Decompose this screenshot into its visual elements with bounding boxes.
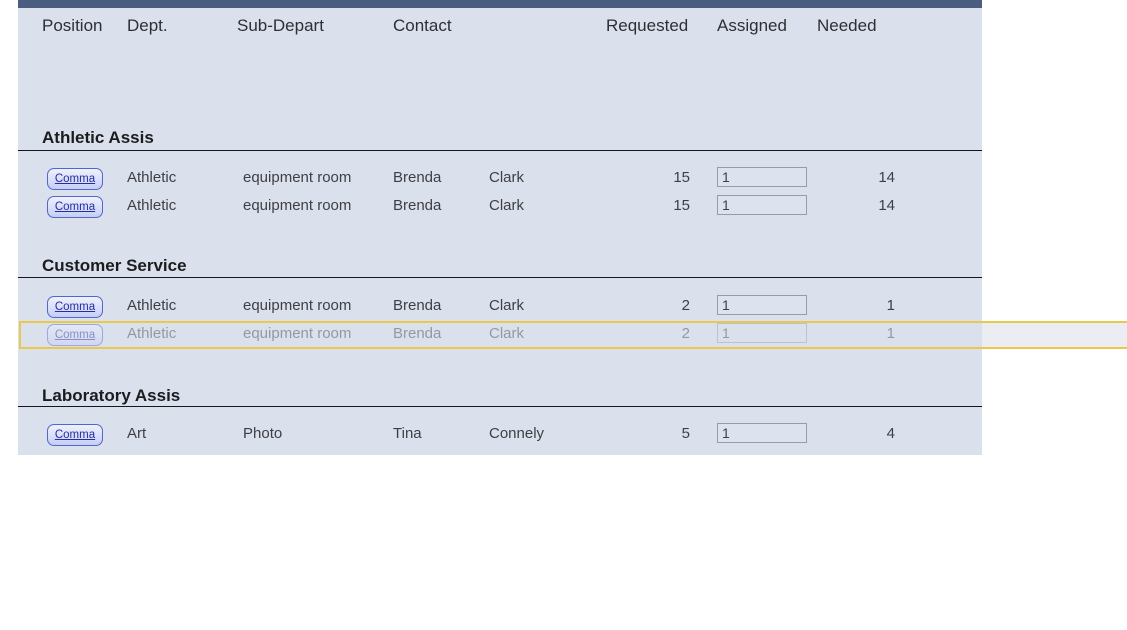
drag-highlight-right-fill xyxy=(982,321,1127,349)
requested-cell: 5 xyxy=(681,425,690,442)
group-header-customer-service: Customer Service xyxy=(42,256,187,275)
contact-last-name-cell: Clark xyxy=(489,169,525,186)
assigned-input[interactable] xyxy=(717,295,807,315)
report-canvas: Position Dept. Sub-Depart Contact Reques… xyxy=(18,0,982,455)
group-divider-line xyxy=(18,277,982,278)
group-header-laboratory-assis: Laboratory Assis xyxy=(42,386,181,405)
dept-cell: Art xyxy=(127,425,147,442)
column-header-dept: Dept. xyxy=(127,16,168,35)
group-header-athletic-assis: Athletic Assis xyxy=(42,128,154,147)
command-button[interactable]: Comma xyxy=(47,424,103,446)
contact-last-name-cell: Connely xyxy=(489,425,545,442)
contact-first-name-cell: Brenda xyxy=(393,325,442,342)
command-button[interactable]: Comma xyxy=(47,196,103,218)
contact-first-name-cell: Tina xyxy=(393,425,422,442)
command-button[interactable]: Comma xyxy=(47,324,103,346)
column-header-needed: Needed xyxy=(817,16,877,35)
dept-cell: Athletic xyxy=(127,297,177,314)
needed-cell: 1 xyxy=(886,325,895,342)
table-row: Comma Athletic equipment room Brenda Cla… xyxy=(18,164,982,192)
sub-depart-cell: Photo xyxy=(243,425,283,442)
assigned-input[interactable] xyxy=(717,423,807,443)
assigned-input[interactable] xyxy=(717,167,807,187)
column-header-sub-depart: Sub-Depart xyxy=(237,16,324,35)
command-button[interactable]: Comma xyxy=(47,296,103,318)
dept-cell: Athletic xyxy=(127,325,177,342)
sub-depart-cell: equipment room xyxy=(243,297,352,314)
group-divider-line xyxy=(18,406,982,407)
sub-depart-cell: equipment room xyxy=(243,325,352,342)
assigned-input[interactable] xyxy=(717,195,807,215)
sub-depart-cell: equipment room xyxy=(243,169,352,186)
table-row: Comma Athletic equipment room Brenda Cla… xyxy=(18,292,982,320)
requested-cell: 15 xyxy=(673,169,690,186)
assigned-input[interactable] xyxy=(717,323,807,343)
contact-last-name-cell: Clark xyxy=(489,197,525,214)
contact-first-name-cell: Brenda xyxy=(393,297,442,314)
table-row: Comma Athletic equipment room Brenda Cla… xyxy=(18,192,982,220)
dept-cell: Athletic xyxy=(127,197,177,214)
command-button[interactable]: Comma xyxy=(47,168,103,190)
requested-cell: 2 xyxy=(681,297,690,314)
column-header-requested: Requested xyxy=(606,16,689,35)
group-divider-line xyxy=(18,150,982,151)
column-header-contact: Contact xyxy=(393,16,452,35)
table-row: Comma Art Photo Tina Connely 5 4 xyxy=(18,420,982,448)
contact-first-name-cell: Brenda xyxy=(393,169,442,186)
column-header-position: Position xyxy=(42,16,103,35)
contact-first-name-cell: Brenda xyxy=(393,197,442,214)
requested-cell: 15 xyxy=(673,197,690,214)
needed-cell: 4 xyxy=(886,425,895,442)
needed-cell: 14 xyxy=(878,197,895,214)
contact-last-name-cell: Clark xyxy=(489,325,525,342)
needed-cell: 14 xyxy=(878,169,895,186)
column-header-assigned: Assigned xyxy=(717,16,787,35)
requested-cell: 2 xyxy=(681,325,690,342)
needed-cell: 1 xyxy=(886,297,895,314)
table-row-dragged: Comma Athletic equipment room Brenda Cla… xyxy=(18,320,982,348)
contact-last-name-cell: Clark xyxy=(489,297,525,314)
dept-cell: Athletic xyxy=(127,169,177,186)
sub-depart-cell: equipment room xyxy=(243,197,352,214)
top-accent-bar xyxy=(18,0,982,8)
